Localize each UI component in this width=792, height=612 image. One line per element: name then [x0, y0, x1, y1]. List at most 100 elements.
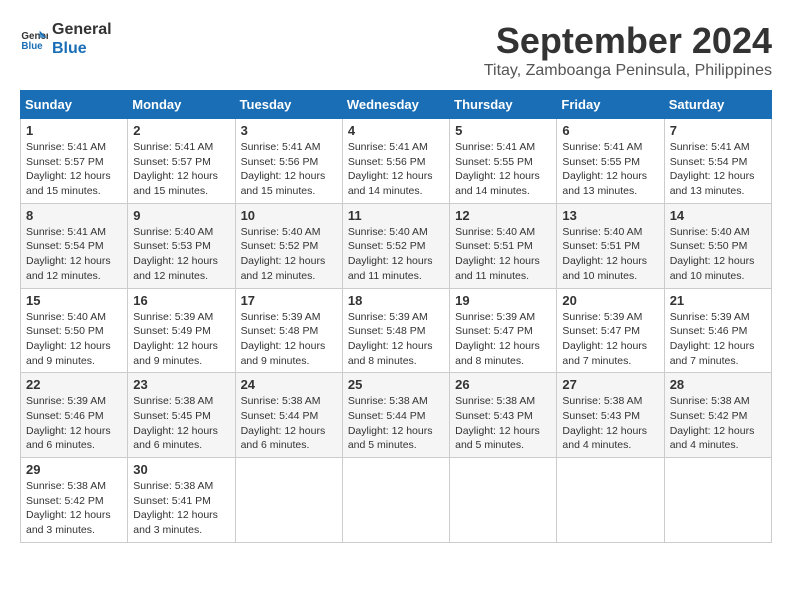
calendar-cell: 18 Sunrise: 5:39 AMSunset: 5:48 PMDaylig… [342, 288, 449, 373]
calendar-cell: 15 Sunrise: 5:40 AMSunset: 5:50 PMDaylig… [21, 288, 128, 373]
calendar-week-1: 1 Sunrise: 5:41 AMSunset: 5:57 PMDayligh… [21, 119, 772, 204]
day-detail: Sunrise: 5:39 AMSunset: 5:48 PMDaylight:… [241, 311, 326, 367]
day-number: 19 [455, 293, 551, 308]
day-number: 20 [562, 293, 658, 308]
calendar-cell: 9 Sunrise: 5:40 AMSunset: 5:53 PMDayligh… [128, 203, 235, 288]
weekday-header-saturday: Saturday [664, 91, 771, 119]
weekday-header-row: SundayMondayTuesdayWednesdayThursdayFrid… [21, 91, 772, 119]
calendar-cell: 28 Sunrise: 5:38 AMSunset: 5:42 PMDaylig… [664, 373, 771, 458]
weekday-header-thursday: Thursday [450, 91, 557, 119]
calendar-week-2: 8 Sunrise: 5:41 AMSunset: 5:54 PMDayligh… [21, 203, 772, 288]
calendar-cell: 10 Sunrise: 5:40 AMSunset: 5:52 PMDaylig… [235, 203, 342, 288]
day-number: 17 [241, 293, 337, 308]
day-detail: Sunrise: 5:38 AMSunset: 5:43 PMDaylight:… [562, 395, 647, 451]
calendar-cell: 11 Sunrise: 5:40 AMSunset: 5:52 PMDaylig… [342, 203, 449, 288]
day-detail: Sunrise: 5:39 AMSunset: 5:46 PMDaylight:… [670, 311, 755, 367]
day-number: 22 [26, 377, 122, 392]
logo: General Blue General Blue [20, 20, 112, 58]
day-detail: Sunrise: 5:39 AMSunset: 5:47 PMDaylight:… [562, 311, 647, 367]
day-detail: Sunrise: 5:40 AMSunset: 5:50 PMDaylight:… [26, 311, 111, 367]
day-number: 25 [348, 377, 444, 392]
calendar-cell: 29 Sunrise: 5:38 AMSunset: 5:42 PMDaylig… [21, 458, 128, 543]
day-detail: Sunrise: 5:38 AMSunset: 5:45 PMDaylight:… [133, 395, 218, 451]
calendar-cell: 24 Sunrise: 5:38 AMSunset: 5:44 PMDaylig… [235, 373, 342, 458]
logo-icon: General Blue [20, 25, 48, 53]
calendar-cell: 2 Sunrise: 5:41 AMSunset: 5:57 PMDayligh… [128, 119, 235, 204]
day-detail: Sunrise: 5:39 AMSunset: 5:49 PMDaylight:… [133, 311, 218, 367]
day-detail: Sunrise: 5:41 AMSunset: 5:57 PMDaylight:… [26, 141, 111, 197]
day-detail: Sunrise: 5:38 AMSunset: 5:42 PMDaylight:… [26, 480, 111, 536]
logo-text: General Blue [52, 20, 112, 58]
day-number: 2 [133, 123, 229, 138]
day-number: 5 [455, 123, 551, 138]
day-number: 10 [241, 208, 337, 223]
day-number: 28 [670, 377, 766, 392]
day-detail: Sunrise: 5:40 AMSunset: 5:51 PMDaylight:… [562, 226, 647, 282]
day-number: 9 [133, 208, 229, 223]
day-number: 3 [241, 123, 337, 138]
calendar-cell [664, 458, 771, 543]
calendar-table: SundayMondayTuesdayWednesdayThursdayFrid… [20, 90, 772, 543]
calendar-cell: 14 Sunrise: 5:40 AMSunset: 5:50 PMDaylig… [664, 203, 771, 288]
calendar-cell: 22 Sunrise: 5:39 AMSunset: 5:46 PMDaylig… [21, 373, 128, 458]
location-title: Titay, Zamboanga Peninsula, Philippines [484, 62, 772, 80]
calendar-cell: 25 Sunrise: 5:38 AMSunset: 5:44 PMDaylig… [342, 373, 449, 458]
day-detail: Sunrise: 5:41 AMSunset: 5:55 PMDaylight:… [455, 141, 540, 197]
day-number: 16 [133, 293, 229, 308]
calendar-cell [342, 458, 449, 543]
calendar-cell: 7 Sunrise: 5:41 AMSunset: 5:54 PMDayligh… [664, 119, 771, 204]
day-detail: Sunrise: 5:40 AMSunset: 5:52 PMDaylight:… [241, 226, 326, 282]
calendar-cell: 23 Sunrise: 5:38 AMSunset: 5:45 PMDaylig… [128, 373, 235, 458]
day-detail: Sunrise: 5:41 AMSunset: 5:56 PMDaylight:… [348, 141, 433, 197]
day-number: 11 [348, 208, 444, 223]
day-number: 21 [670, 293, 766, 308]
calendar-cell: 27 Sunrise: 5:38 AMSunset: 5:43 PMDaylig… [557, 373, 664, 458]
calendar-cell [557, 458, 664, 543]
calendar-cell: 13 Sunrise: 5:40 AMSunset: 5:51 PMDaylig… [557, 203, 664, 288]
calendar-cell: 3 Sunrise: 5:41 AMSunset: 5:56 PMDayligh… [235, 119, 342, 204]
day-detail: Sunrise: 5:38 AMSunset: 5:44 PMDaylight:… [241, 395, 326, 451]
day-detail: Sunrise: 5:40 AMSunset: 5:50 PMDaylight:… [670, 226, 755, 282]
svg-text:Blue: Blue [21, 41, 43, 52]
day-detail: Sunrise: 5:38 AMSunset: 5:44 PMDaylight:… [348, 395, 433, 451]
weekday-header-sunday: Sunday [21, 91, 128, 119]
day-number: 23 [133, 377, 229, 392]
title-area: September 2024 Titay, Zamboanga Peninsul… [484, 20, 772, 80]
day-detail: Sunrise: 5:41 AMSunset: 5:55 PMDaylight:… [562, 141, 647, 197]
day-detail: Sunrise: 5:40 AMSunset: 5:51 PMDaylight:… [455, 226, 540, 282]
day-detail: Sunrise: 5:39 AMSunset: 5:46 PMDaylight:… [26, 395, 111, 451]
day-number: 29 [26, 462, 122, 477]
weekday-header-friday: Friday [557, 91, 664, 119]
calendar-cell: 19 Sunrise: 5:39 AMSunset: 5:47 PMDaylig… [450, 288, 557, 373]
calendar-week-3: 15 Sunrise: 5:40 AMSunset: 5:50 PMDaylig… [21, 288, 772, 373]
day-number: 27 [562, 377, 658, 392]
day-number: 12 [455, 208, 551, 223]
calendar-cell: 20 Sunrise: 5:39 AMSunset: 5:47 PMDaylig… [557, 288, 664, 373]
day-number: 14 [670, 208, 766, 223]
day-detail: Sunrise: 5:38 AMSunset: 5:43 PMDaylight:… [455, 395, 540, 451]
calendar-cell [450, 458, 557, 543]
day-number: 8 [26, 208, 122, 223]
weekday-header-tuesday: Tuesday [235, 91, 342, 119]
day-detail: Sunrise: 5:41 AMSunset: 5:57 PMDaylight:… [133, 141, 218, 197]
day-detail: Sunrise: 5:41 AMSunset: 5:56 PMDaylight:… [241, 141, 326, 197]
day-number: 7 [670, 123, 766, 138]
calendar-cell [235, 458, 342, 543]
day-detail: Sunrise: 5:38 AMSunset: 5:42 PMDaylight:… [670, 395, 755, 451]
day-detail: Sunrise: 5:40 AMSunset: 5:52 PMDaylight:… [348, 226, 433, 282]
day-detail: Sunrise: 5:40 AMSunset: 5:53 PMDaylight:… [133, 226, 218, 282]
day-number: 18 [348, 293, 444, 308]
page-header: General Blue General Blue September 2024… [20, 20, 772, 80]
calendar-cell: 12 Sunrise: 5:40 AMSunset: 5:51 PMDaylig… [450, 203, 557, 288]
day-detail: Sunrise: 5:41 AMSunset: 5:54 PMDaylight:… [26, 226, 111, 282]
day-number: 26 [455, 377, 551, 392]
calendar-week-4: 22 Sunrise: 5:39 AMSunset: 5:46 PMDaylig… [21, 373, 772, 458]
calendar-cell: 5 Sunrise: 5:41 AMSunset: 5:55 PMDayligh… [450, 119, 557, 204]
day-detail: Sunrise: 5:39 AMSunset: 5:48 PMDaylight:… [348, 311, 433, 367]
calendar-cell: 17 Sunrise: 5:39 AMSunset: 5:48 PMDaylig… [235, 288, 342, 373]
month-title: September 2024 [484, 20, 772, 62]
day-detail: Sunrise: 5:41 AMSunset: 5:54 PMDaylight:… [670, 141, 755, 197]
calendar-cell: 21 Sunrise: 5:39 AMSunset: 5:46 PMDaylig… [664, 288, 771, 373]
calendar-cell: 26 Sunrise: 5:38 AMSunset: 5:43 PMDaylig… [450, 373, 557, 458]
weekday-header-wednesday: Wednesday [342, 91, 449, 119]
